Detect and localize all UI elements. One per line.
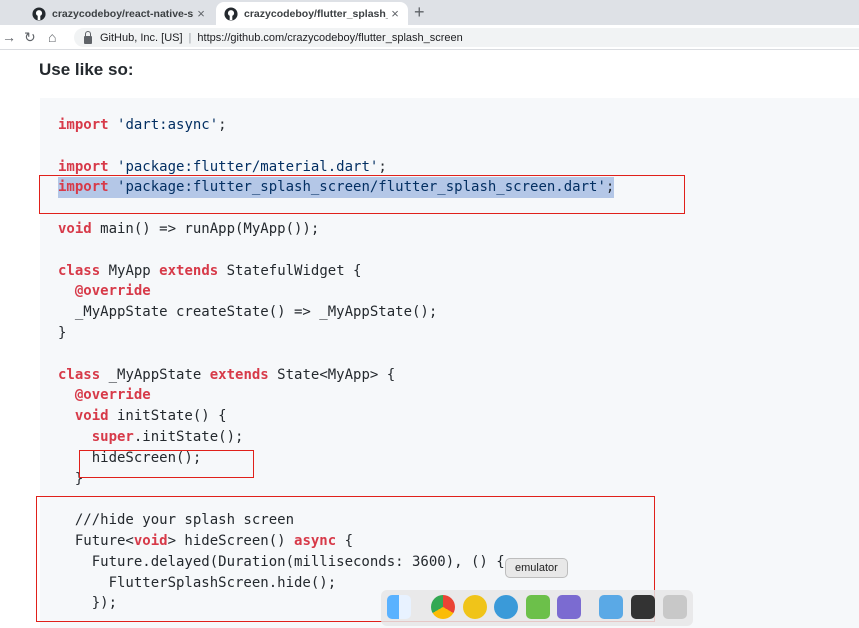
annotation-box-import	[39, 175, 685, 214]
site-identity: GitHub, Inc. [US]	[100, 31, 183, 44]
github-icon	[224, 6, 238, 21]
folder-icon[interactable]	[599, 595, 623, 619]
address-bar: → ↻ ⌂ GitHub, Inc. [US] | https://github…	[0, 25, 859, 50]
new-tab-button[interactable]: +	[414, 2, 425, 22]
lock-icon	[84, 30, 92, 44]
trash-icon[interactable]	[663, 595, 687, 619]
close-icon[interactable]: ×	[194, 6, 208, 21]
code-line: super.initState();	[91, 429, 244, 445]
tab-bar: crazycodeboy/react-native-sp × crazycode…	[0, 0, 859, 25]
finder-icon[interactable]	[387, 595, 411, 619]
code-line: class _MyAppState extends State<MyApp> {	[58, 366, 396, 383]
reload-icon[interactable]: ↻	[24, 29, 36, 45]
section-heading: Use like so:	[39, 60, 134, 79]
code-line: }	[58, 325, 67, 341]
dock	[381, 590, 693, 626]
chrome-icon[interactable]	[431, 595, 455, 619]
code-line: _MyAppState createState() => _MyAppState…	[58, 304, 438, 321]
code-line: @override	[74, 387, 151, 404]
code-line: import 'dart:async';	[58, 117, 227, 133]
home-icon[interactable]: ⌂	[48, 29, 56, 45]
forward-icon[interactable]: →	[2, 29, 16, 45]
url-text: https://github.com/crazycodeboy/flutter_…	[197, 31, 463, 44]
close-icon[interactable]: ×	[388, 6, 402, 21]
tab-flutter-splash[interactable]: crazycodeboy/flutter_splash_s ×	[216, 2, 408, 25]
code-line: @override	[74, 283, 151, 300]
dock-tooltip: emulator	[505, 558, 568, 578]
terminal-icon[interactable]	[631, 595, 655, 619]
annotation-box-call	[79, 450, 254, 478]
github-icon	[32, 6, 46, 21]
url-separator: |	[188, 31, 192, 44]
emulator-icon[interactable]	[526, 595, 550, 619]
page-content: Use like so: import 'dart:async'; import …	[0, 50, 859, 628]
code-line: void initState() {	[74, 408, 227, 425]
code-line: void main() => runApp(MyApp());	[58, 221, 320, 237]
tab-title: crazycodeboy/react-native-sp	[52, 7, 194, 20]
tab-react-native-splash[interactable]: crazycodeboy/react-native-sp ×	[24, 2, 214, 25]
url-field[interactable]: GitHub, Inc. [US] | https://github.com/c…	[74, 28, 859, 47]
simulator-icon[interactable]	[557, 595, 581, 619]
android-studio-icon[interactable]	[463, 595, 487, 619]
quicktime-icon[interactable]	[494, 595, 518, 619]
tab-title: crazycodeboy/flutter_splash_s	[244, 7, 388, 20]
code-line: class MyApp extends StatefulWidget {	[58, 262, 362, 279]
